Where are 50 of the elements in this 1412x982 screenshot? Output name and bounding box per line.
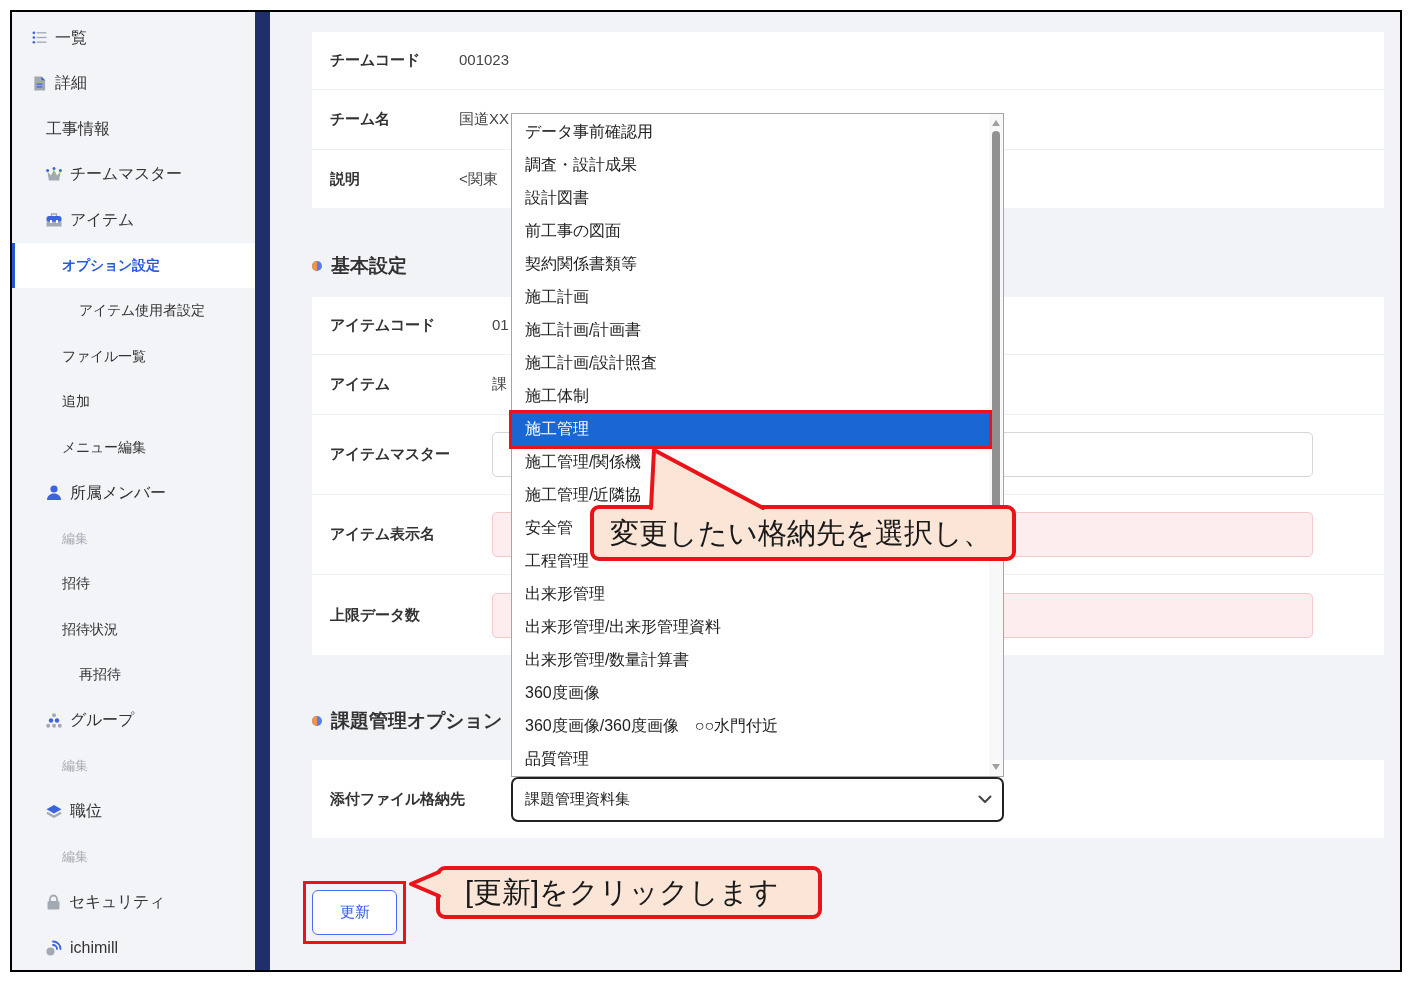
dot-icon <box>312 261 322 271</box>
dot-icon <box>312 716 322 726</box>
sidebar-item[interactable]: チームマスター <box>12 151 255 197</box>
sidebar-item[interactable]: 再招待 <box>12 652 255 698</box>
select-field[interactable]: 課題管理資料集 <box>511 776 1004 822</box>
field-label: 説明 <box>330 168 361 189</box>
sidebar-item[interactable]: 招待 <box>12 561 255 607</box>
field-label: アイテム <box>330 374 391 395</box>
section-title: 課題管理オプション <box>331 709 502 733</box>
dots-icon <box>46 712 62 728</box>
sidebar-item[interactable]: 工事情報 <box>12 106 255 152</box>
sidebar-item[interactable]: 招待状況 <box>12 606 255 652</box>
sidebar-item[interactable]: ichimill <box>12 925 255 970</box>
field-label: チーム名 <box>330 109 391 130</box>
field-label: チームコード <box>330 50 421 71</box>
sidebar-item[interactable]: 所属メンバー <box>12 470 255 516</box>
field-value: 001023 <box>459 50 510 71</box>
callout: [更新]をクリックします <box>436 866 822 919</box>
section-title: 基本設定 <box>331 254 407 278</box>
field-value: 01 <box>492 315 509 336</box>
sidebar-item[interactable]: アイテム <box>12 197 255 243</box>
chevron-down-icon <box>978 794 992 804</box>
sidebar-item[interactable]: アイテム使用者設定 <box>12 288 255 334</box>
sidebar-item[interactable]: 職位 <box>12 788 255 834</box>
field-label: アイテム表示名 <box>330 524 436 545</box>
toolbox-icon <box>46 212 62 228</box>
signal-icon <box>46 939 62 956</box>
sidebar-item[interactable]: 追加 <box>12 379 255 425</box>
field-value: <関東 <box>459 168 498 189</box>
field-label: アイテムコード <box>330 315 436 336</box>
callout-pointer <box>408 870 444 900</box>
sidebar-item[interactable]: 詳細 <box>12 60 255 106</box>
list-icon <box>32 30 47 46</box>
crown-icon <box>46 166 62 182</box>
update-button[interactable]: 更新 <box>312 890 397 935</box>
field-label: 添付ファイル格納先 <box>330 788 466 809</box>
sidebar-item[interactable]: 一覧 <box>12 15 255 61</box>
sidebar-item[interactable]: グループ <box>12 697 255 743</box>
field-label: アイテムマスター <box>330 444 451 465</box>
document-icon <box>32 75 47 91</box>
layers-icon <box>46 803 62 819</box>
sidebar-item[interactable]: メニュー編集 <box>12 424 255 470</box>
sidebar-item[interactable]: セキュリティ <box>12 879 255 925</box>
sidebar-item[interactable]: オプション設定 <box>12 242 255 288</box>
sidebar-item[interactable]: ファイル一覧 <box>12 333 255 379</box>
lock-icon <box>46 894 61 911</box>
field-label: 上限データ数 <box>330 604 421 625</box>
field-value: 国道XX <box>459 109 509 130</box>
person-icon <box>46 485 62 501</box>
field-value: 課 <box>492 374 507 395</box>
